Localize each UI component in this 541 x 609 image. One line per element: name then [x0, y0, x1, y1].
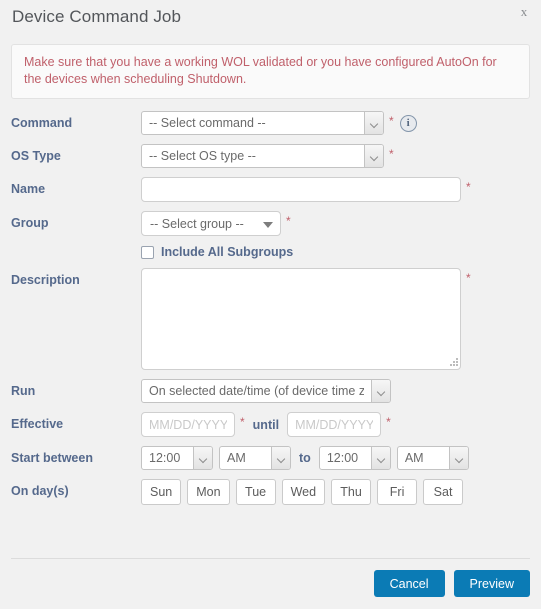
start-from-time-select[interactable]: 12:00	[141, 446, 213, 470]
field-row-on-days: On day(s) Sun Mon Tue Wed Thu Fri Sat	[11, 479, 530, 505]
chevron-down-icon	[371, 380, 390, 402]
chevron-down-icon	[370, 447, 390, 469]
os-type-required-marker: *	[389, 147, 394, 161]
chevron-down-icon	[364, 145, 383, 167]
effective-from-input[interactable]	[141, 412, 235, 437]
field-row-effective: Effective * until *	[11, 412, 530, 437]
chevron-down-icon	[271, 447, 290, 469]
effective-to-required-marker: *	[386, 415, 391, 429]
day-button[interactable]: Mon	[187, 479, 230, 505]
run-select[interactable]: On selected date/time (of device time zo	[141, 379, 391, 403]
os-type-select-value: -- Select OS type --	[149, 149, 256, 163]
include-subgroups-checkbox[interactable]	[141, 245, 154, 259]
start-to-time-value: 12:00	[326, 451, 359, 465]
dialog-footer: Cancel Preview	[11, 558, 530, 609]
os-type-select[interactable]: -- Select OS type --	[141, 144, 384, 168]
day-buttons-group: Sun Mon Tue Wed Thu Fri Sat	[141, 479, 530, 505]
effective-from-required-marker: *	[240, 415, 245, 429]
field-row-os-type: OS Type -- Select OS type -- *	[11, 144, 530, 168]
group-select-value: -- Select group --	[150, 216, 244, 231]
start-to-meridiem-select[interactable]: AM	[396, 446, 469, 470]
start-from-time-value: 12:00	[149, 451, 181, 465]
field-row-description: Description *	[11, 268, 530, 370]
command-select-value: -- Select command --	[149, 116, 266, 130]
device-command-job-dialog: Device Command Job x Make sure that you …	[0, 0, 541, 609]
field-row-command: Command -- Select command -- * i	[11, 111, 530, 135]
chevron-down-icon	[448, 447, 468, 469]
label-on-days: On day(s)	[11, 484, 69, 498]
day-button[interactable]: Sat	[423, 479, 464, 505]
label-run: Run	[11, 384, 36, 398]
run-select-value: On selected date/time (of device time zo	[149, 384, 364, 398]
label-start-between: Start between	[11, 451, 93, 465]
field-row-start-between: Start between 12:00 AM to 12:00 AM	[11, 446, 530, 470]
close-icon[interactable]: x	[516, 4, 532, 20]
page-title: Device Command Job	[12, 7, 182, 26]
include-subgroups-row: Include All Subgroups	[141, 245, 530, 259]
description-required-marker: *	[466, 271, 471, 285]
chevron-down-icon	[364, 112, 383, 134]
group-select[interactable]: -- Select group --	[141, 211, 281, 236]
command-select[interactable]: -- Select command --	[141, 111, 384, 135]
start-to-meridiem-value: AM	[404, 451, 424, 465]
day-button[interactable]: Sun	[141, 479, 182, 505]
until-label: until	[252, 417, 280, 432]
warning-banner-wrap: Make sure that you have a working WOL va…	[0, 34, 541, 99]
preview-button[interactable]: Preview	[453, 570, 530, 597]
start-from-meridiem-value: AM	[227, 451, 246, 465]
day-button[interactable]: Fri	[377, 479, 418, 505]
label-group: Group	[11, 216, 49, 230]
label-effective: Effective	[11, 417, 64, 431]
label-command: Command	[11, 116, 73, 130]
include-subgroups-label[interactable]: Include All Subgroups	[161, 245, 293, 259]
field-row-run: Run On selected date/time (of device tim…	[11, 379, 530, 403]
field-row-name: Name *	[11, 177, 530, 202]
to-label: to	[299, 451, 311, 465]
name-input[interactable]	[141, 177, 461, 202]
day-button[interactable]: Tue	[235, 479, 276, 505]
effective-to-input[interactable]	[287, 412, 382, 437]
label-name: Name	[11, 182, 46, 196]
warning-banner: Make sure that you have a working WOL va…	[11, 44, 530, 99]
caret-down-icon	[263, 221, 273, 228]
dialog-header: Device Command Job x	[0, 0, 541, 34]
chevron-down-icon	[193, 447, 212, 469]
name-required-marker: *	[466, 180, 471, 194]
cancel-button[interactable]: Cancel	[373, 570, 445, 597]
field-row-group: Group -- Select group -- *	[11, 211, 530, 236]
form-body: Command -- Select command -- * i OS Type…	[0, 99, 541, 558]
description-textarea[interactable]	[141, 268, 461, 370]
start-from-meridiem-select[interactable]: AM	[219, 446, 291, 470]
day-button[interactable]: Wed	[281, 479, 326, 505]
label-os-type: OS Type	[11, 149, 61, 163]
day-button[interactable]: Thu	[331, 479, 372, 505]
start-to-time-select[interactable]: 12:00	[318, 446, 391, 470]
info-icon[interactable]: i	[399, 114, 417, 132]
group-required-marker: *	[286, 214, 291, 228]
command-required-marker: *	[389, 114, 394, 128]
label-description: Description	[11, 273, 80, 287]
